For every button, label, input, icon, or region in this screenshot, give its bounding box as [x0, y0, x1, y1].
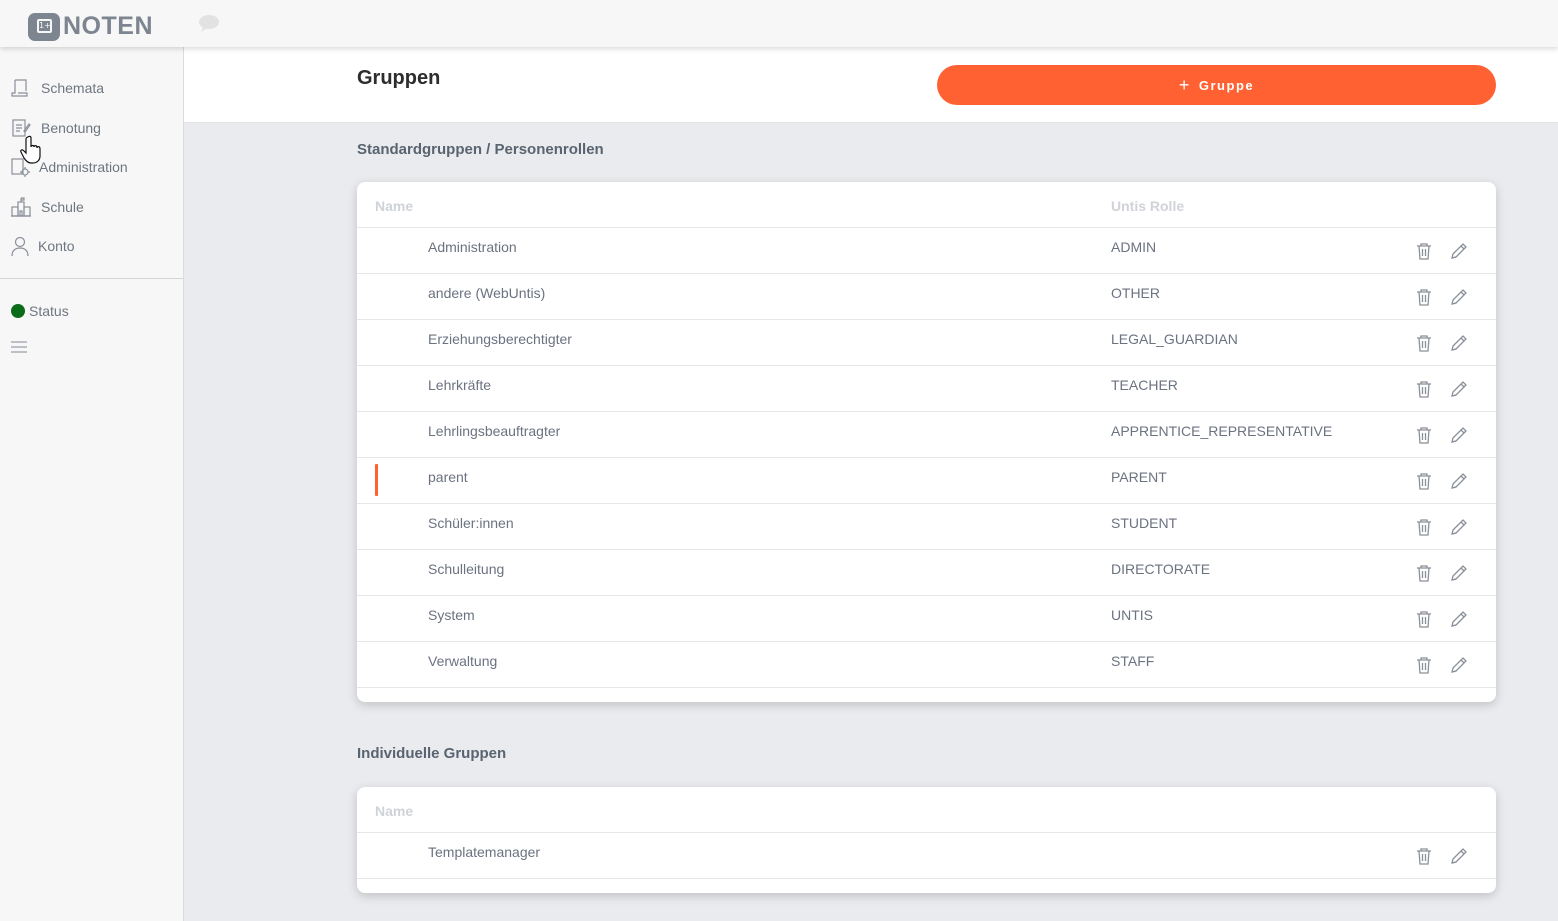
- standard-groups-title: Standardgruppen / Personenrollen: [357, 141, 604, 158]
- untis-role-cell: OTHER: [1111, 285, 1160, 301]
- table-row[interactable]: Lehrkräfte TEACHER: [357, 366, 1496, 412]
- status-indicator[interactable]: Status: [11, 303, 69, 319]
- delete-icon[interactable]: [1415, 517, 1433, 537]
- edit-icon[interactable]: [1449, 471, 1469, 491]
- user-icon: [11, 236, 29, 257]
- sidebar-item-schemata[interactable]: Schemata: [10, 77, 104, 99]
- table-header: Name Untis Rolle: [357, 182, 1496, 228]
- edit-icon[interactable]: [1449, 655, 1469, 675]
- untis-role-cell: STUDENT: [1111, 515, 1178, 531]
- table-row[interactable]: Verwaltung STAFF: [357, 642, 1496, 688]
- sidebar-item-label: Benotung: [41, 120, 101, 136]
- table-row[interactable]: Lehrlingsbeauftragter APPRENTICE_REPRESEN…: [357, 412, 1496, 458]
- column-header-untis-role[interactable]: Untis Rolle: [1111, 198, 1184, 214]
- edit-icon[interactable]: [1449, 379, 1469, 399]
- schema-icon: [11, 79, 28, 97]
- column-header-name[interactable]: Name: [375, 803, 413, 819]
- sidebar-item-label: Administration: [39, 159, 128, 175]
- edit-icon[interactable]: [1449, 609, 1469, 629]
- edit-icon[interactable]: [1449, 425, 1469, 445]
- sidebar-item-schule[interactable]: Schule: [10, 196, 84, 218]
- table-row[interactable]: parent PARENT: [357, 458, 1496, 504]
- sidebar-item-konto[interactable]: Konto: [10, 235, 75, 257]
- table-row[interactable]: Schüler:innen STUDENT: [357, 504, 1496, 550]
- sidebar-item-label: Schemata: [41, 80, 105, 96]
- school-building-icon: [11, 197, 31, 217]
- selection-marker: [375, 464, 378, 496]
- group-name-cell: Verwaltung: [428, 653, 498, 669]
- table-row[interactable]: Erziehungsberechtigter LEGAL_GUARDIAN: [357, 320, 1496, 366]
- delete-icon[interactable]: [1415, 287, 1433, 307]
- edit-icon[interactable]: [1449, 517, 1469, 537]
- add-group-label: Gruppe: [1198, 77, 1255, 93]
- edit-icon[interactable]: [1449, 846, 1469, 866]
- delete-icon[interactable]: [1415, 846, 1433, 866]
- table-row[interactable]: andere (WebUntis) OTHER: [357, 274, 1496, 320]
- edit-icon[interactable]: [1449, 333, 1469, 353]
- untis-role-cell: STAFF: [1111, 653, 1155, 669]
- logo-text: NOTEN: [63, 12, 153, 40]
- group-name-cell: Administration: [428, 239, 517, 255]
- top-bar: 1+ NOTEN: [0, 0, 1558, 47]
- edit-icon[interactable]: [1449, 241, 1469, 261]
- untis-role-cell: TEACHER: [1111, 377, 1178, 393]
- group-name-cell: parent: [428, 469, 468, 485]
- sidebar: Schemata Benotung Administration Schule …: [0, 47, 184, 921]
- mouse-cursor-icon: [20, 135, 41, 164]
- sidebar-item-label: Konto: [38, 238, 75, 254]
- individual-groups-title: Individuelle Gruppen: [357, 745, 507, 762]
- table-row[interactable]: Administration ADMIN: [357, 228, 1496, 274]
- individual-groups-table: Name Templatemanager: [357, 787, 1496, 893]
- hamburger-menu-icon[interactable]: [10, 339, 28, 355]
- delete-icon[interactable]: [1415, 471, 1433, 491]
- untis-role-cell: LEGAL_GUARDIAN: [1111, 331, 1238, 347]
- app-logo[interactable]: 1+ NOTEN: [28, 12, 153, 41]
- logo-icon: 1+: [28, 12, 60, 41]
- group-name-cell: System: [428, 607, 475, 623]
- group-name-cell: Erziehungsberechtigter: [428, 331, 572, 347]
- untis-role-cell: ADMIN: [1111, 239, 1157, 255]
- untis-role-cell: APPRENTICE_REPRESENTATIVE: [1111, 423, 1333, 439]
- table-row[interactable]: Templatemanager: [357, 833, 1496, 879]
- page-title: Gruppen: [357, 67, 441, 89]
- group-name-cell: andere (WebUntis): [428, 285, 546, 301]
- edit-icon[interactable]: [1449, 563, 1469, 583]
- table-row[interactable]: System UNTIS: [357, 596, 1496, 642]
- untis-role-cell: UNTIS: [1111, 607, 1153, 623]
- status-dot: [11, 304, 25, 318]
- delete-icon[interactable]: [1415, 425, 1433, 445]
- page-header: Gruppen + Gruppe: [184, 47, 1558, 123]
- standard-groups-table: Name Untis Rolle Administration ADMIN ande…: [357, 182, 1496, 702]
- group-name-cell: Lehrkräfte: [428, 377, 492, 393]
- table-header: Name: [357, 787, 1496, 833]
- plus-icon: +: [1178, 75, 1191, 95]
- group-name-cell: Schüler:innen: [428, 515, 514, 531]
- status-label: Status: [29, 303, 69, 319]
- delete-icon[interactable]: [1415, 563, 1433, 583]
- group-name-cell: Templatemanager: [428, 844, 541, 860]
- add-group-button[interactable]: + Gruppe: [937, 65, 1496, 105]
- sidebar-item-label: Schule: [41, 199, 84, 215]
- column-header-name[interactable]: Name: [375, 198, 413, 214]
- delete-icon[interactable]: [1415, 241, 1433, 261]
- sidebar-divider: [0, 278, 183, 279]
- untis-role-cell: DIRECTORATE: [1111, 561, 1211, 577]
- table-row[interactable]: Schulleitung DIRECTORATE: [357, 550, 1496, 596]
- chat-bubble-icon[interactable]: [197, 13, 221, 33]
- delete-icon[interactable]: [1415, 609, 1433, 629]
- untis-role-cell: PARENT: [1111, 469, 1167, 485]
- group-name-cell: Schulleitung: [428, 561, 505, 577]
- delete-icon[interactable]: [1415, 379, 1433, 399]
- group-name-cell: Lehrlingsbeauftragter: [428, 423, 561, 439]
- delete-icon[interactable]: [1415, 333, 1433, 353]
- delete-icon[interactable]: [1415, 655, 1433, 675]
- edit-icon[interactable]: [1449, 287, 1469, 307]
